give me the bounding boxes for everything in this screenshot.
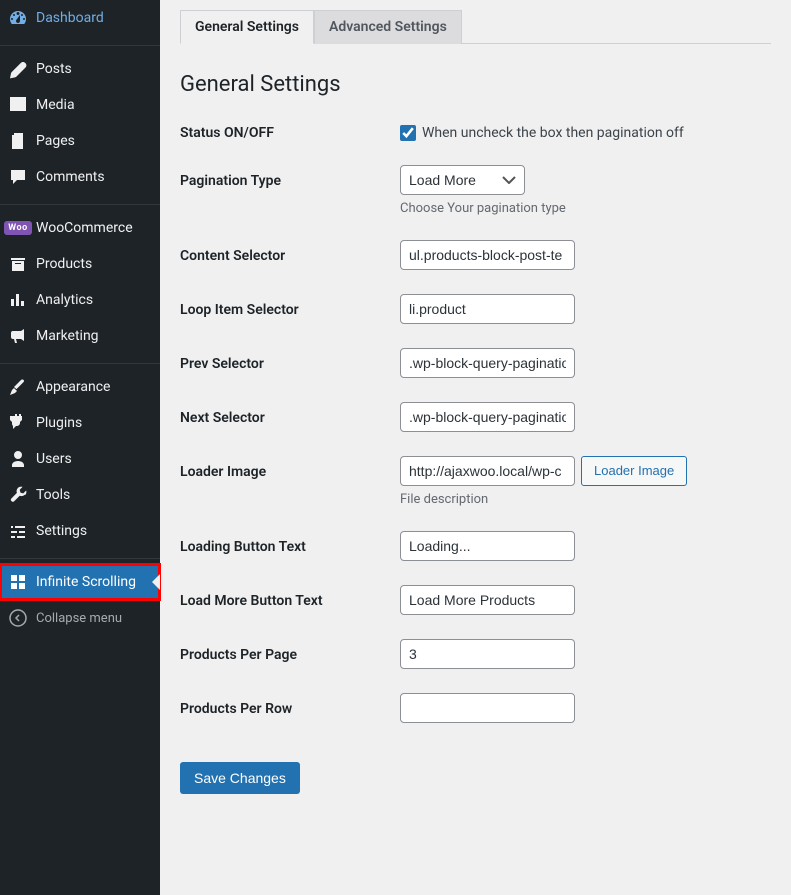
label-pagination-type: Pagination Type (180, 165, 400, 189)
media-icon (8, 95, 28, 115)
chart-icon (8, 290, 28, 310)
label-loop-item: Loop Item Selector (180, 294, 400, 318)
sidebar-item-label: Users (36, 451, 72, 467)
loader-image-button[interactable]: Loader Image (581, 456, 687, 486)
brush-icon (8, 377, 28, 397)
user-icon (8, 449, 28, 469)
row-pagination-type: Pagination Type Load More Choose Your pa… (180, 165, 771, 216)
sidebar-item-label: Media (36, 97, 75, 113)
sidebar-item-label: Pages (36, 133, 75, 149)
label-loadmore-text: Load More Button Text (180, 585, 400, 609)
collapse-label: Collapse menu (36, 611, 122, 626)
label-loading-text: Loading Button Text (180, 531, 400, 555)
sidebar-item-pages[interactable]: Pages (0, 123, 160, 159)
sidebar-item-users[interactable]: Users (0, 441, 160, 477)
row-prev-selector: Prev Selector (180, 348, 771, 378)
sidebar-item-label: Products (36, 256, 92, 272)
sidebar-item-label: Settings (36, 523, 87, 539)
loader-image-input[interactable] (400, 456, 575, 486)
status-checkbox[interactable] (400, 125, 416, 141)
loader-image-desc: File description (400, 492, 771, 507)
label-per-page: Products Per Page (180, 639, 400, 663)
sidebar-item-label: Comments (36, 169, 105, 185)
dashboard-icon (8, 8, 28, 28)
sidebar-item-label: Plugins (36, 415, 82, 431)
tab-general[interactable]: General Settings (180, 10, 314, 44)
label-content-selector: Content Selector (180, 240, 400, 264)
page-icon (8, 131, 28, 151)
row-loading-text: Loading Button Text (180, 531, 771, 561)
label-next-selector: Next Selector (180, 402, 400, 426)
row-loadmore-text: Load More Button Text (180, 585, 771, 615)
sidebar-item-products[interactable]: Products (0, 246, 160, 282)
main-content: General Settings Advanced Settings Gener… (160, 0, 791, 895)
menu-separator (0, 359, 160, 364)
tabs: General Settings Advanced Settings (180, 9, 771, 44)
prev-selector-input[interactable] (400, 348, 575, 378)
sidebar-item-comments[interactable]: Comments (0, 159, 160, 195)
pagination-type-select[interactable]: Load More (400, 165, 525, 195)
tab-advanced[interactable]: Advanced Settings (314, 10, 462, 44)
sidebar-item-label: Analytics (36, 292, 93, 308)
sidebar-item-marketing[interactable]: Marketing (0, 318, 160, 354)
per-row-input[interactable] (400, 693, 575, 723)
sidebar-item-infinite-scrolling[interactable]: Infinite Scrolling (0, 564, 160, 600)
sidebar-item-label: Appearance (36, 379, 110, 395)
save-changes-button[interactable]: Save Changes (180, 762, 300, 794)
comment-icon (8, 167, 28, 187)
loading-text-input[interactable] (400, 531, 575, 561)
menu-separator (0, 200, 160, 205)
plug-icon (8, 413, 28, 433)
status-text: When uncheck the box then pagination off (422, 125, 684, 141)
sidebar-item-settings[interactable]: Settings (0, 513, 160, 549)
sidebar-item-label: Posts (36, 61, 72, 77)
sidebar-item-appearance[interactable]: Appearance (0, 369, 160, 405)
page-title: General Settings (180, 72, 771, 97)
next-selector-input[interactable] (400, 402, 575, 432)
collapse-menu[interactable]: Collapse menu (0, 600, 160, 636)
row-status: Status ON/OFF When uncheck the box then … (180, 117, 771, 141)
label-prev-selector: Prev Selector (180, 348, 400, 372)
sidebar-item-posts[interactable]: Posts (0, 51, 160, 87)
collapse-icon (8, 608, 28, 628)
grid-icon (8, 572, 28, 592)
sidebar-item-label: Infinite Scrolling (36, 574, 136, 590)
sidebar-item-dashboard[interactable]: Dashboard (0, 0, 160, 36)
admin-sidebar: Dashboard Posts Media Pages Comments Woo (0, 0, 160, 895)
row-next-selector: Next Selector (180, 402, 771, 432)
loadmore-text-input[interactable] (400, 585, 575, 615)
pagination-type-desc: Choose Your pagination type (400, 201, 771, 216)
content-selector-input[interactable] (400, 240, 575, 270)
row-per-row: Products Per Row (180, 693, 771, 723)
sidebar-item-label: Marketing (36, 328, 99, 344)
sidebar-item-label: Dashboard (36, 10, 104, 26)
loop-item-input[interactable] (400, 294, 575, 324)
menu-separator (0, 41, 160, 46)
row-per-page: Products Per Page (180, 639, 771, 669)
menu-separator (0, 554, 160, 559)
per-page-input[interactable] (400, 639, 575, 669)
label-per-row: Products Per Row (180, 693, 400, 717)
sidebar-item-tools[interactable]: Tools (0, 477, 160, 513)
sidebar-item-media[interactable]: Media (0, 87, 160, 123)
sidebar-item-analytics[interactable]: Analytics (0, 282, 160, 318)
archive-icon (8, 254, 28, 274)
label-status: Status ON/OFF (180, 117, 400, 141)
woocommerce-icon: Woo (8, 218, 28, 238)
sidebar-item-plugins[interactable]: Plugins (0, 405, 160, 441)
sidebar-item-woocommerce[interactable]: Woo WooCommerce (0, 210, 160, 246)
wrench-icon (8, 485, 28, 505)
sliders-icon (8, 521, 28, 541)
sidebar-item-label: WooCommerce (36, 220, 133, 236)
row-loader-image: Loader Image Loader Image File descripti… (180, 456, 771, 507)
megaphone-icon (8, 326, 28, 346)
pin-icon (8, 59, 28, 79)
row-loop-item: Loop Item Selector (180, 294, 771, 324)
label-loader-image: Loader Image (180, 456, 400, 480)
sidebar-item-label: Tools (36, 487, 70, 503)
row-content-selector: Content Selector (180, 240, 771, 270)
